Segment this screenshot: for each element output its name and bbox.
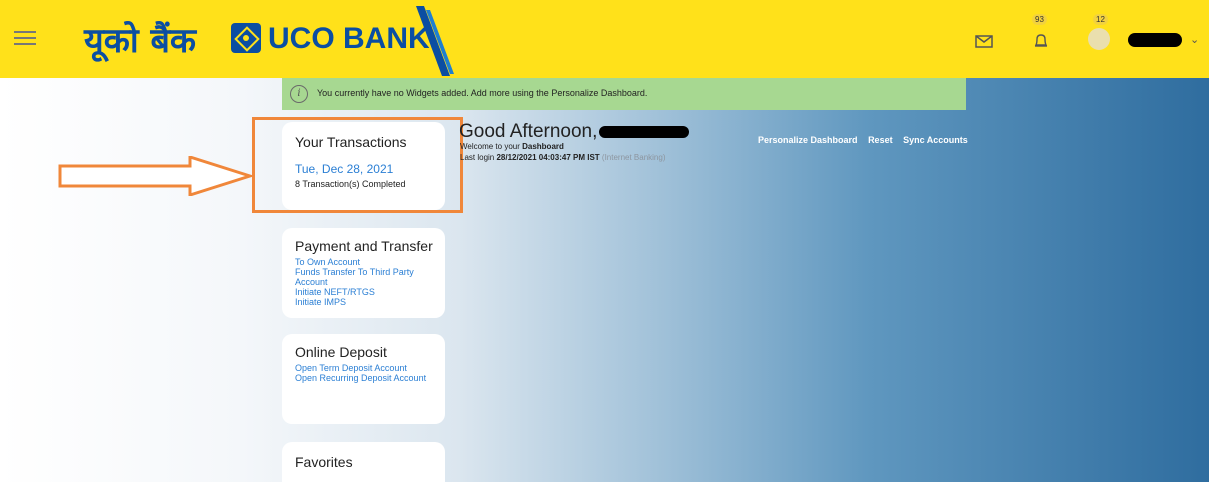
logo-accent-icon — [416, 6, 454, 76]
card-title: Favorites — [295, 454, 353, 470]
message-badge: 12 — [1093, 14, 1108, 25]
online-deposit-card: Online Deposit Open Term Deposit Account… — [282, 334, 445, 424]
payment-links: To Own Account Funds Transfer To Third P… — [295, 257, 440, 307]
deposit-links: Open Term Deposit Account Open Recurring… — [295, 363, 440, 383]
link-recurring-deposit[interactable]: Open Recurring Deposit Account — [295, 373, 440, 383]
bell-icon[interactable] — [1030, 30, 1052, 52]
redacted-user-name[interactable] — [1128, 33, 1182, 47]
link-neft-rtgs[interactable]: Initiate NEFT/RTGS — [295, 287, 440, 297]
link-term-deposit[interactable]: Open Term Deposit Account — [295, 363, 440, 373]
last-login-line: Last login 28/12/2021 04:03:47 PM IST (I… — [460, 153, 666, 162]
card-title: Payment and Transfer — [295, 238, 433, 254]
greeting-text: Good Afternoon, — [459, 121, 598, 142]
hamburger-icon[interactable] — [14, 27, 36, 47]
last-login-value: 28/12/2021 04:03:47 PM IST — [496, 153, 600, 162]
annotation-highlight-box — [252, 117, 463, 213]
annotation-arrow-icon — [58, 156, 254, 196]
no-widgets-notice: i You currently have no Widgets added. A… — [282, 78, 966, 110]
reset-button[interactable]: Reset — [868, 135, 893, 145]
info-icon: i — [290, 85, 308, 103]
logo-hindi-text: यूको बैंक — [84, 21, 197, 61]
personalize-dashboard-button[interactable]: Personalize Dashboard — [758, 135, 858, 145]
welcome-line: Welcome to your Dashboard — [460, 142, 564, 151]
logo-english-text: UCO BANK — [268, 22, 430, 55]
mail-icon[interactable] — [973, 30, 995, 52]
dashboard-area: i You currently have no Widgets added. A… — [0, 78, 1209, 502]
greeting-heading: Good Afternoon, — [459, 121, 690, 143]
notification-badge: 93 — [1032, 14, 1047, 25]
dashboard-actions: Personalize Dashboard Reset Sync Account… — [758, 135, 976, 145]
welcome-prefix: Welcome to your — [460, 142, 520, 151]
link-imps[interactable]: Initiate IMPS — [295, 297, 440, 307]
notice-text: You currently have no Widgets added. Add… — [317, 88, 648, 98]
sync-accounts-button[interactable]: Sync Accounts — [903, 135, 968, 145]
card-title: Online Deposit — [295, 344, 387, 360]
last-login-channel: (Internet Banking) — [601, 153, 666, 162]
redacted-customer-name — [599, 125, 690, 138]
link-third-party-transfer[interactable]: Funds Transfer To Third Party Account — [295, 267, 440, 287]
avatar[interactable] — [1088, 28, 1110, 50]
welcome-dashboard: Dashboard — [522, 142, 564, 151]
top-header: यूको बैंक UCO BANK 93 12 ⌄ — [0, 0, 1209, 78]
payment-transfer-card: Payment and Transfer To Own Account Fund… — [282, 228, 445, 318]
chevron-down-icon[interactable]: ⌄ — [1190, 33, 1199, 46]
favorites-card: Favorites — [282, 442, 445, 502]
last-login-label: Last login — [460, 153, 495, 162]
link-own-account[interactable]: To Own Account — [295, 257, 440, 267]
bank-logo-icon — [231, 23, 261, 53]
